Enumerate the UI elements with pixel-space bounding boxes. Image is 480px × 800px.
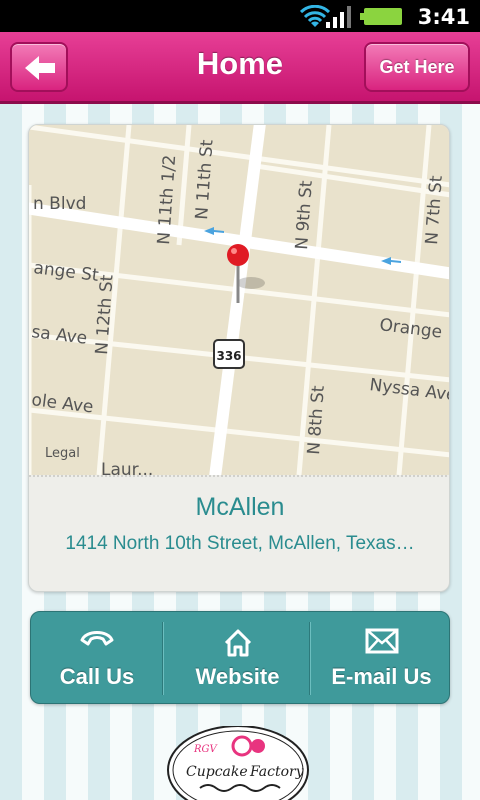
location-address[interactable]: 1414 North 10th Street, McAllen, Texas…: [29, 533, 449, 555]
call-us-label: Call Us: [59, 664, 135, 689]
divider: [162, 622, 164, 695]
divider: [309, 622, 311, 695]
phone-icon: [80, 631, 114, 646]
signal-icon: [326, 6, 351, 28]
website-button[interactable]: Website: [165, 612, 310, 705]
svg-text:Cupcake: Cupcake: [186, 764, 248, 780]
svg-text:336: 336: [216, 349, 241, 363]
clock: 3:41: [417, 5, 470, 29]
home-icon: [224, 629, 251, 657]
location-card: n Blvd ange St sa Ave ole Ave Orange Nys…: [28, 124, 450, 592]
mail-icon: [365, 628, 398, 654]
svg-text:RGV: RGV: [193, 744, 219, 755]
email-us-label: E-mail Us: [331, 664, 432, 689]
highway-shield: 336: [213, 339, 245, 369]
status-bar: 3:41: [0, 0, 480, 32]
call-us-button[interactable]: Call Us: [31, 612, 163, 705]
map-view[interactable]: n Blvd ange St sa Ave ole Ave Orange Nys…: [29, 125, 450, 475]
map-legal-link[interactable]: Legal: [45, 446, 80, 461]
email-us-button[interactable]: E-mail Us: [312, 612, 451, 705]
location-info: McAllen 1414 North 10th Street, McAllen,…: [29, 475, 449, 591]
get-here-button[interactable]: Get Here: [364, 42, 470, 92]
street-label: n Blvd: [33, 194, 86, 214]
svg-text:Factory: Factory: [249, 764, 305, 780]
website-label: Website: [195, 664, 280, 689]
battery-icon: [360, 8, 402, 25]
back-button[interactable]: [10, 42, 68, 92]
brand-logo: RGV Cupcake Factory: [167, 726, 309, 800]
app-header: Home Get Here: [0, 32, 480, 104]
location-city: McAllen: [195, 493, 285, 521]
page-title: Home: [196, 46, 284, 81]
arrow-left-icon: [25, 56, 55, 80]
street-label: Laur...: [101, 460, 153, 475]
action-bar: Call Us Website E-mail Us: [30, 611, 450, 704]
